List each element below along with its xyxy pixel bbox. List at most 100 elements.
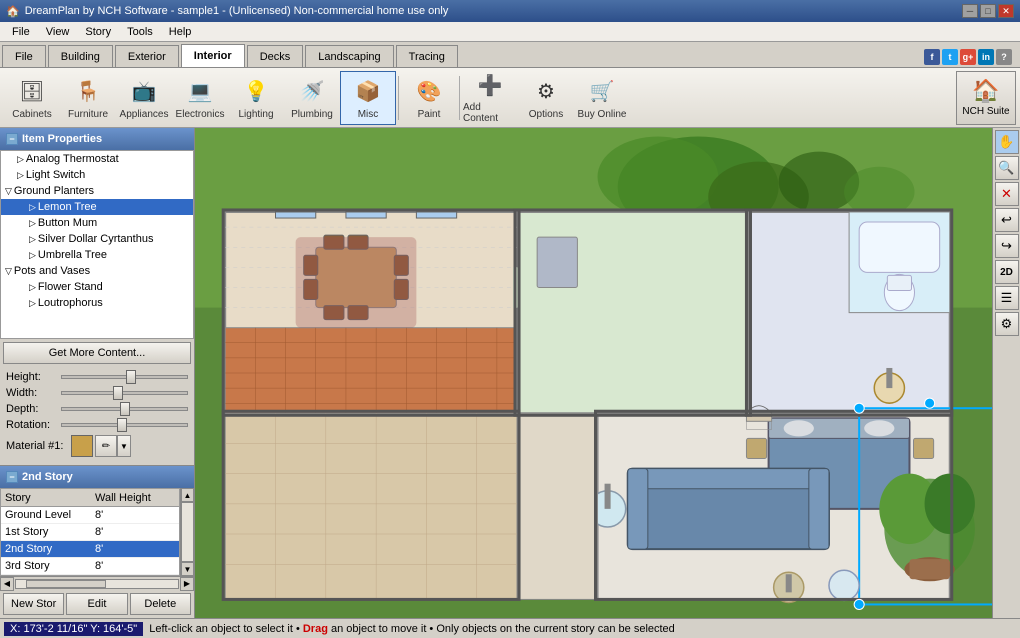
width-slider[interactable] bbox=[61, 391, 188, 395]
redo-button[interactable]: ↪ bbox=[995, 234, 1019, 258]
hscroll-right[interactable]: ▶ bbox=[180, 577, 194, 591]
toolbar-misc[interactable]: 📦 Misc bbox=[340, 71, 396, 125]
tree-item-ground-planters[interactable]: ▽ Ground Planters bbox=[1, 183, 193, 199]
story-scroll-track[interactable] bbox=[181, 502, 194, 562]
tab-interior[interactable]: Interior bbox=[181, 44, 245, 67]
height-slider[interactable] bbox=[61, 375, 188, 379]
story-row-2nd[interactable]: 2nd Story 8' bbox=[1, 541, 179, 558]
toolbar-appliances[interactable]: 📺 Appliances bbox=[116, 71, 172, 125]
menu-help[interactable]: Help bbox=[161, 24, 200, 40]
2d-view-button[interactable]: 2D bbox=[995, 260, 1019, 284]
tree-item-button-mum[interactable]: ▷ Button Mum bbox=[1, 215, 193, 231]
toolbar-electronics[interactable]: 💻 Electronics bbox=[172, 71, 228, 125]
toolbar-plumbing[interactable]: 🚿 Plumbing bbox=[284, 71, 340, 125]
hscroll-left[interactable]: ◀ bbox=[0, 577, 14, 591]
tree-item-flower-stand[interactable]: ▷ Flower Stand bbox=[1, 279, 193, 295]
right-toolbar: ✋ 🔍 ✕ ↩ ↪ 2D ☰ ⚙ bbox=[992, 128, 1020, 618]
toolbar-add-content[interactable]: ➕ Add Content bbox=[462, 71, 518, 125]
toolbar-buy-online[interactable]: 🛒 Buy Online bbox=[574, 71, 630, 125]
zoom-button[interactable]: 🔍 bbox=[995, 156, 1019, 180]
remove-button[interactable]: ✕ bbox=[995, 182, 1019, 206]
menu-view[interactable]: View bbox=[38, 24, 78, 40]
window-controls[interactable]: ─ □ ✕ bbox=[962, 4, 1014, 18]
buy-online-icon: 🛒 bbox=[586, 75, 618, 107]
item-props-collapse[interactable]: − bbox=[6, 133, 18, 145]
paint-icon: 🎨 bbox=[413, 75, 445, 107]
story-panel-header[interactable]: − 2nd Story bbox=[0, 466, 194, 488]
tree-item-pots-vases[interactable]: ▽ Pots and Vases bbox=[1, 263, 193, 279]
tree-item-loutrophorus[interactable]: ▷ Loutrophorus bbox=[1, 295, 193, 311]
twitter-icon[interactable]: t bbox=[942, 49, 958, 65]
tree-item-thermostat[interactable]: ▷ Analog Thermostat bbox=[1, 151, 193, 167]
settings-button[interactable]: ⚙ bbox=[995, 312, 1019, 336]
tab-tracing[interactable]: Tracing bbox=[396, 45, 458, 67]
tree-item-lightswitch[interactable]: ▷ Light Switch bbox=[1, 167, 193, 183]
toolbar-cabinets[interactable]: 🗄 Cabinets bbox=[4, 71, 60, 125]
window-title: DreamPlan by NCH Software - sample1 - (U… bbox=[25, 5, 449, 17]
layers-button[interactable]: ☰ bbox=[995, 286, 1019, 310]
title-bar: 🏠 DreamPlan by NCH Software - sample1 - … bbox=[0, 0, 1020, 22]
item-properties-header[interactable]: − Item Properties bbox=[0, 128, 194, 150]
story-collapse-button[interactable]: − bbox=[6, 471, 18, 483]
cabinets-icon: 🗄 bbox=[16, 75, 48, 107]
toolbar-options[interactable]: ⚙ Options bbox=[518, 71, 574, 125]
google-icon[interactable]: g+ bbox=[960, 49, 976, 65]
furniture-icon: 🪑 bbox=[72, 75, 104, 107]
app-icon: 🏠 bbox=[6, 5, 20, 18]
menu-file[interactable]: File bbox=[4, 24, 38, 40]
width-label: Width: bbox=[6, 387, 61, 399]
facebook-icon[interactable]: f bbox=[924, 49, 940, 65]
edit-story-button[interactable]: Edit bbox=[66, 593, 127, 615]
minimize-button[interactable]: ─ bbox=[962, 4, 978, 18]
rotation-slider[interactable] bbox=[61, 423, 188, 427]
get-more-content-button[interactable]: Get More Content... bbox=[3, 342, 191, 364]
properties-sliders: Height: Width: Depth: bbox=[0, 367, 194, 465]
undo-button[interactable]: ↩ bbox=[995, 208, 1019, 232]
tree-item-silver-dollar[interactable]: ▷ Silver Dollar Cyrtanthus bbox=[1, 231, 193, 247]
tab-building[interactable]: Building bbox=[48, 45, 113, 67]
status-text-1: an object to select it • bbox=[196, 623, 303, 635]
viewport[interactable] bbox=[195, 128, 992, 618]
story-row-1st[interactable]: 1st Story 8' bbox=[1, 524, 179, 541]
tab-exterior[interactable]: Exterior bbox=[115, 45, 179, 67]
floorplan-svg bbox=[195, 128, 992, 618]
story-row-3rd[interactable]: 3rd Story 8' bbox=[1, 558, 179, 575]
delete-story-button[interactable]: Delete bbox=[130, 593, 191, 615]
menu-tools[interactable]: Tools bbox=[119, 24, 161, 40]
help-icon[interactable]: ? bbox=[996, 49, 1012, 65]
material-swatch[interactable] bbox=[71, 435, 93, 457]
nch-suite-button[interactable]: 🏠 NCH Suite bbox=[956, 71, 1016, 125]
depth-slider[interactable] bbox=[61, 407, 188, 411]
social-bar: f t g+ in ? bbox=[924, 49, 1020, 67]
toolbar-separator-1 bbox=[398, 76, 399, 120]
linkedin-icon[interactable]: in bbox=[978, 49, 994, 65]
material-dropdown[interactable]: ▼ bbox=[117, 435, 131, 457]
story-hscroll: ◀ ▶ bbox=[0, 576, 194, 590]
plumbing-icon: 🚿 bbox=[296, 75, 328, 107]
maximize-button[interactable]: □ bbox=[980, 4, 996, 18]
tab-landscaping[interactable]: Landscaping bbox=[305, 45, 393, 67]
story-scrollbar[interactable]: ▲ ▼ bbox=[180, 488, 194, 576]
hscroll-track[interactable] bbox=[15, 579, 179, 589]
toolbar-lighting[interactable]: 💡 Lighting bbox=[228, 71, 284, 125]
electronics-icon: 💻 bbox=[184, 75, 216, 107]
story-scroll-down[interactable]: ▼ bbox=[181, 562, 194, 576]
toolbar-furniture[interactable]: 🪑 Furniture bbox=[60, 71, 116, 125]
story-scroll-up[interactable]: ▲ bbox=[181, 488, 194, 502]
tab-bar: File Building Exterior Interior Decks La… bbox=[0, 42, 1020, 68]
tree-item-lemon-tree[interactable]: ▷ Lemon Tree bbox=[1, 199, 193, 215]
toolbar-paint[interactable]: 🎨 Paint bbox=[401, 71, 457, 125]
close-button[interactable]: ✕ bbox=[998, 4, 1014, 18]
tab-decks[interactable]: Decks bbox=[247, 45, 304, 67]
hand-tool-button[interactable]: ✋ bbox=[995, 130, 1019, 154]
rotation-label: Rotation: bbox=[6, 419, 61, 431]
story-row-ground[interactable]: Ground Level 8' bbox=[1, 507, 179, 524]
lighting-icon: 💡 bbox=[240, 75, 272, 107]
wall-height-col-header: Wall Height bbox=[91, 492, 179, 504]
tree-item-umbrella-tree[interactable]: ▷ Umbrella Tree bbox=[1, 247, 193, 263]
nch-icon: 🏠 bbox=[972, 78, 999, 104]
material-edit-button[interactable]: ✏ bbox=[95, 435, 117, 457]
new-story-button[interactable]: New Stor bbox=[3, 593, 64, 615]
tab-file[interactable]: File bbox=[2, 45, 46, 67]
menu-story[interactable]: Story bbox=[77, 24, 119, 40]
